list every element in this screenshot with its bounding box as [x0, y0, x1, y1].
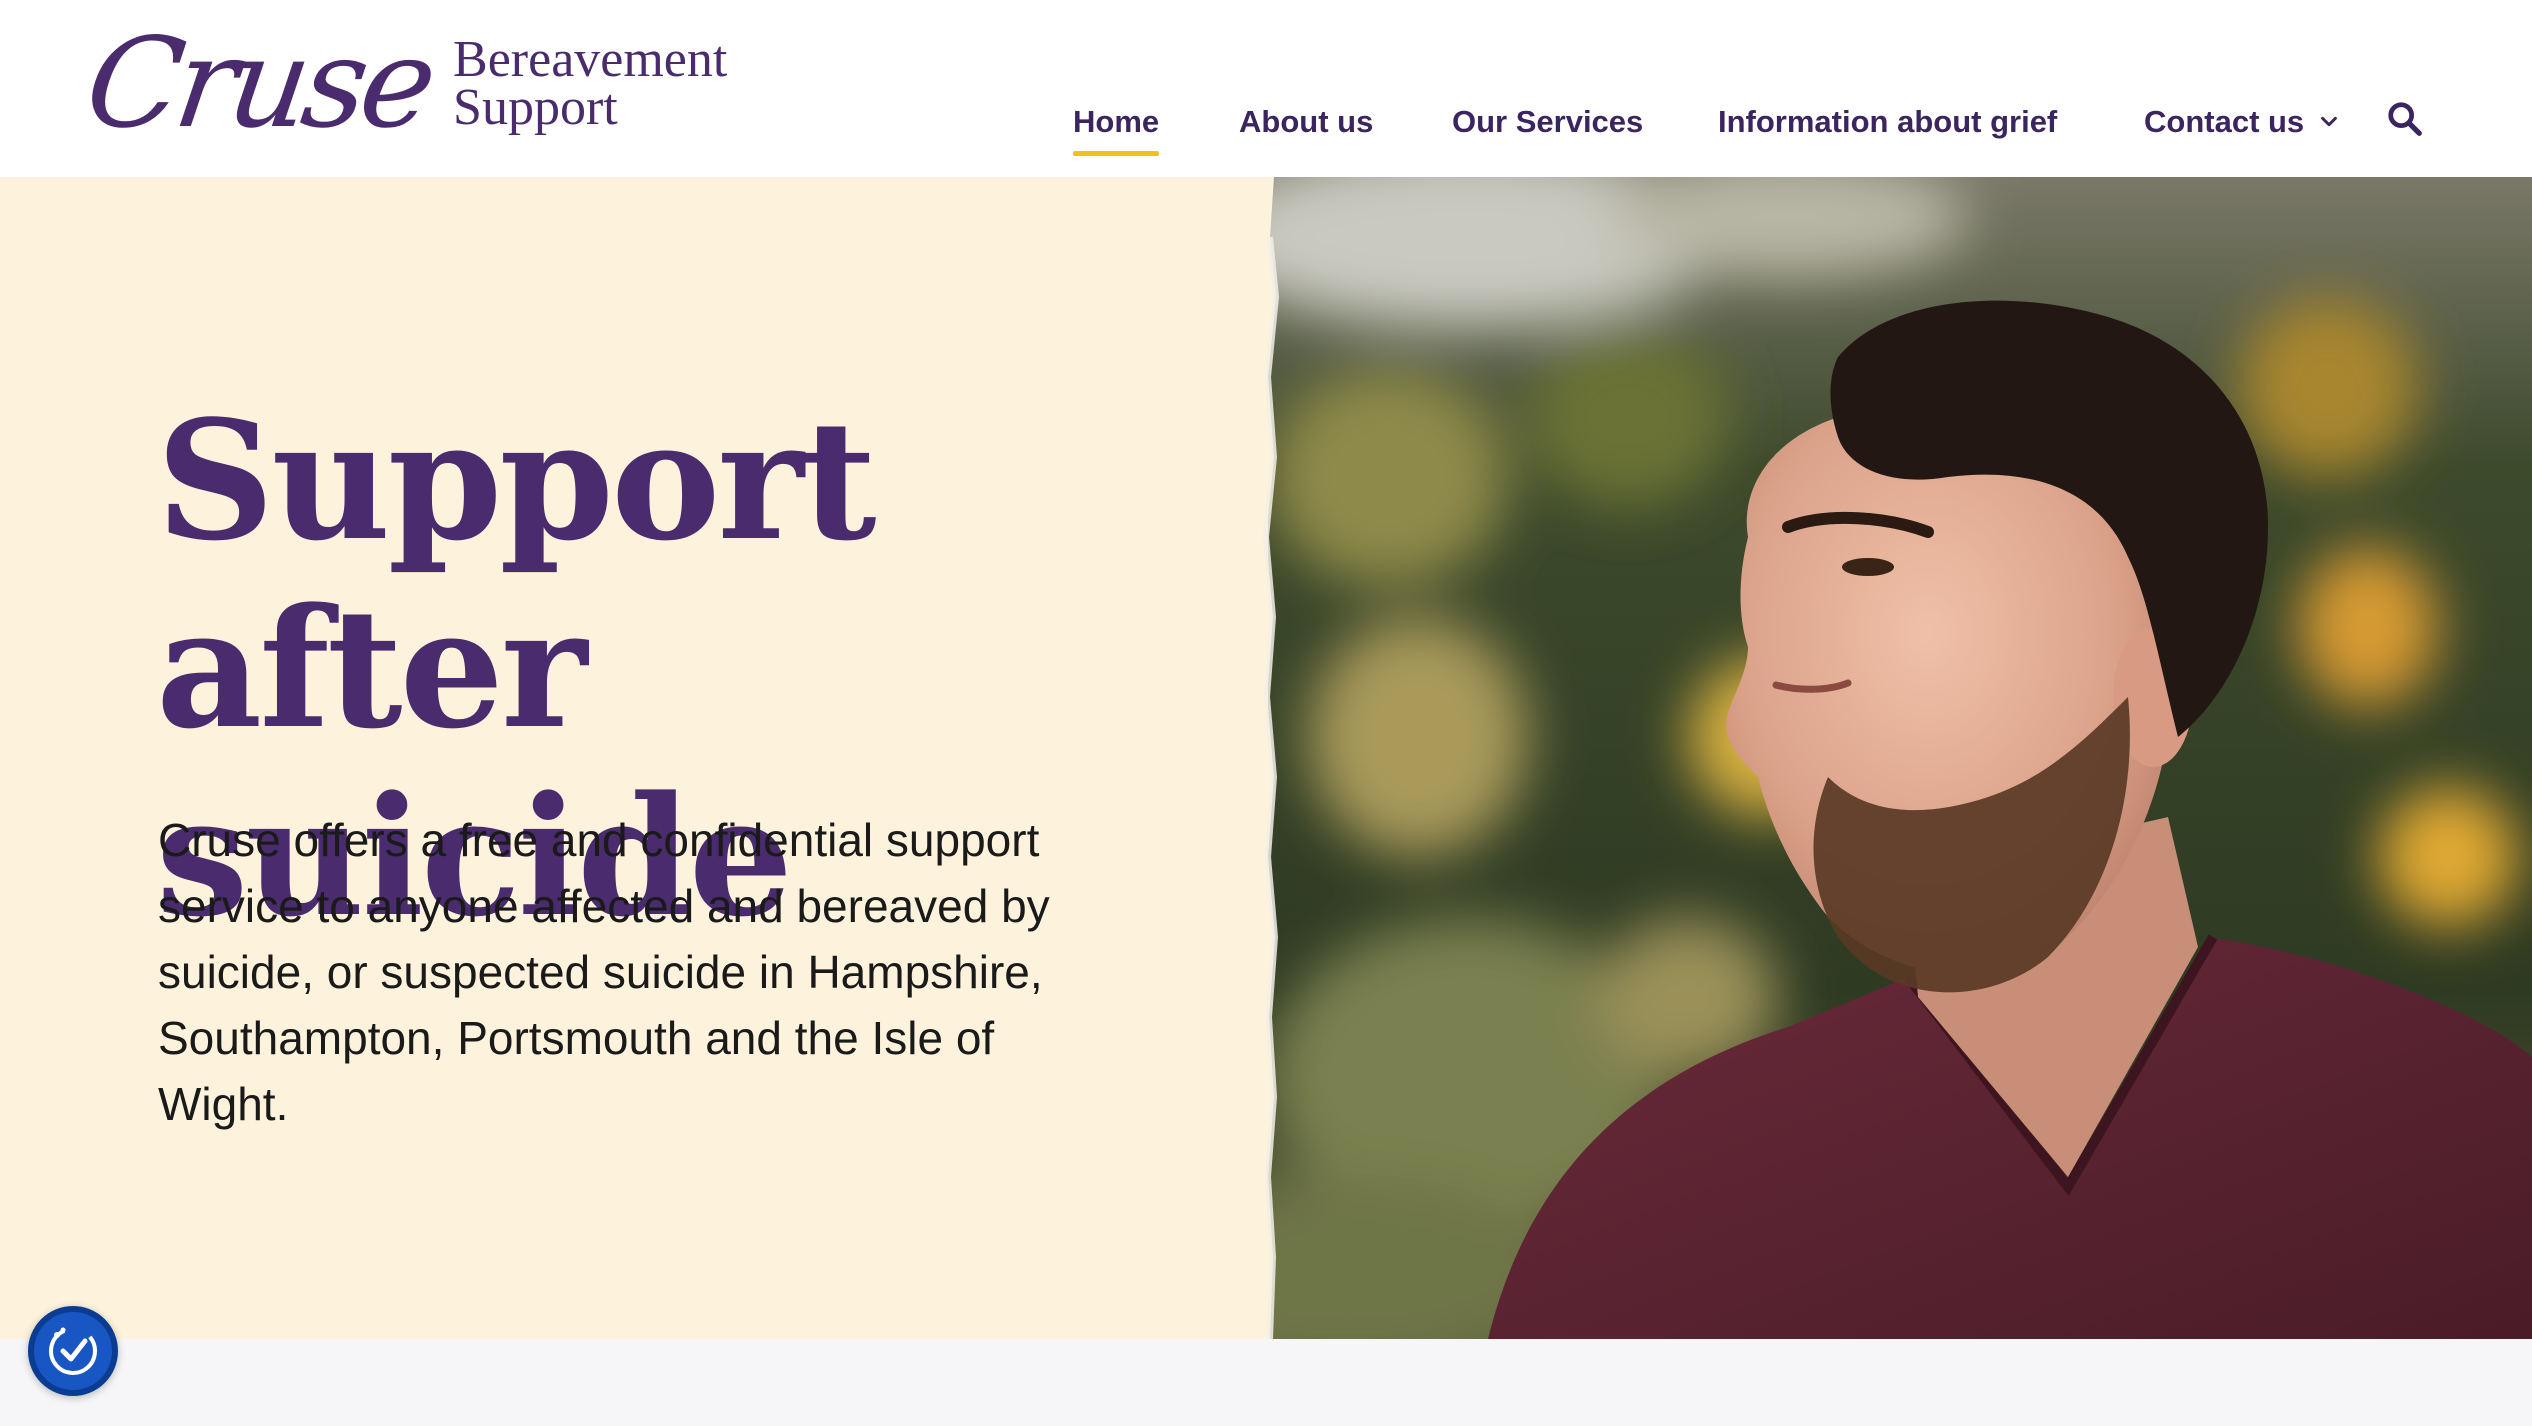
accessibility-button[interactable]	[28, 1306, 118, 1396]
next-section-strip	[0, 1339, 2532, 1426]
search-icon[interactable]	[2386, 100, 2424, 138]
nav-home-label: Home	[1073, 104, 1160, 139]
main-nav: Home About us Our Services Information a…	[0, 96, 2532, 156]
portrait-photo	[1268, 177, 2532, 1339]
nav-information-about-grief[interactable]: Information about grief	[1718, 96, 2057, 148]
nav-about-us-label: About us	[1239, 104, 1374, 139]
brush-edge-divider	[1256, 177, 1280, 1339]
chevron-down-icon	[2321, 116, 2338, 127]
nav-contact-us[interactable]: Contact us	[2144, 96, 2340, 148]
nav-home[interactable]: Home	[1073, 96, 1160, 156]
hero-title-line1: Support after	[156, 384, 877, 765]
nav-information-label: Information about grief	[1718, 104, 2058, 139]
nav-our-services[interactable]: Our Services	[1452, 96, 1643, 148]
nav-about-us[interactable]: About us	[1239, 96, 1373, 148]
hero-section: Support after suicide Cruse offers a fre…	[0, 177, 2532, 1339]
accessibility-icon	[49, 1327, 97, 1375]
hero-description: Cruse offers a free and confidential sup…	[158, 814, 1050, 1130]
page: Cruse Bereavement Support Home About us …	[0, 0, 2532, 1426]
site-header: Cruse Bereavement Support Home About us …	[0, 0, 2532, 177]
nav-contact-us-label: Contact us	[2144, 104, 2305, 139]
nav-our-services-label: Our Services	[1452, 104, 1644, 139]
